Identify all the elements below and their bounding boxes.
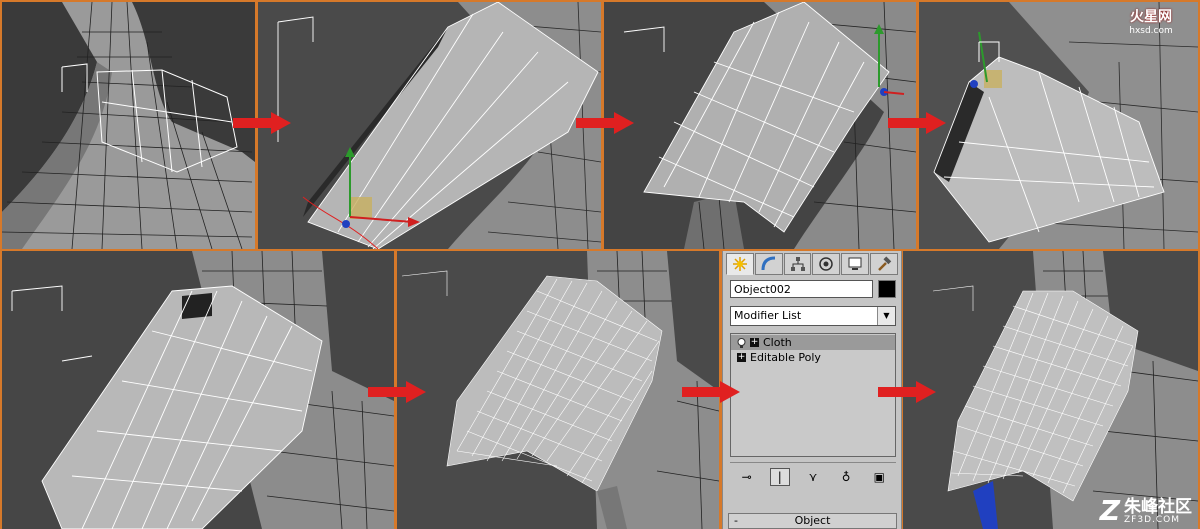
modifier-stack: + Cloth + Editable Poly [730, 333, 896, 457]
arrow-1-icon [233, 112, 291, 134]
watermark-bottom: Z 朱峰社区 ZF3D.COM [1100, 497, 1192, 525]
configure-icon: ▣ [873, 470, 886, 484]
watermark-top-title: 火星网 [1130, 9, 1172, 25]
arrow-6-icon [878, 381, 936, 403]
object-color-swatch[interactable] [878, 280, 896, 298]
end-result-icon: | [777, 470, 782, 484]
viewport-2 [258, 2, 601, 249]
object-rollout-header[interactable]: - Object [728, 513, 897, 529]
viewport-6 [397, 251, 719, 529]
watermark-top-url: hxsd.com [1129, 26, 1173, 36]
expand-icon[interactable]: + [737, 353, 746, 362]
create-icon [732, 257, 747, 271]
arrow-3-icon [888, 112, 946, 134]
make-unique-icon: ⋎ [808, 470, 818, 484]
make-unique-button[interactable]: ⋎ [803, 468, 823, 486]
motion-tab[interactable] [812, 253, 841, 275]
utilities-tab[interactable] [870, 253, 898, 275]
hierarchy-tab[interactable] [783, 253, 812, 275]
arrow-4-icon [368, 381, 426, 403]
expand-icon[interactable]: + [750, 338, 759, 347]
lightbulb-icon[interactable] [737, 337, 746, 348]
modifier-list-label: Modifier List [734, 309, 802, 322]
configure-modifier-sets-button[interactable]: ▣ [869, 468, 889, 486]
watermark-bottom-title: 朱峰社区 [1124, 496, 1192, 517]
viewport-1 [2, 2, 255, 249]
stack-buttons: ⊸ | ⋎ ♁ ▣ [730, 466, 896, 488]
divider [730, 462, 896, 463]
collapse-icon: - [734, 514, 738, 527]
pin-stack-button[interactable]: ⊸ [737, 468, 757, 486]
modify-icon [761, 256, 775, 271]
modifier-list-dropdown[interactable]: Modifier List ▼ [730, 306, 896, 326]
utilities-icon [878, 256, 892, 271]
create-tab[interactable] [726, 253, 754, 275]
trash-icon: ♁ [841, 470, 851, 484]
display-tab[interactable] [841, 253, 870, 275]
arrow-2-icon [576, 112, 634, 134]
viewport-3 [604, 2, 916, 249]
stack-item-label: Cloth [763, 336, 792, 349]
stack-item-label: Editable Poly [750, 351, 821, 364]
stack-item-cloth[interactable]: + Cloth [731, 335, 895, 350]
command-panel: Object002 Modifier List ▼ + Cloth + Edit… [722, 251, 902, 529]
modify-tab[interactable] [754, 253, 783, 275]
remove-modifier-button[interactable]: ♁ [836, 468, 856, 486]
motion-icon [819, 257, 834, 271]
hierarchy-icon [790, 257, 805, 271]
chevron-down-icon[interactable]: ▼ [877, 307, 895, 325]
rollout-label: Object [794, 514, 831, 527]
object-name-field[interactable]: Object002 [730, 280, 873, 298]
show-end-result-button[interactable]: | [769, 468, 790, 486]
stack-item-editable-poly[interactable]: + Editable Poly [731, 350, 895, 365]
display-icon [848, 257, 862, 270]
viewport-5 [2, 251, 394, 529]
watermark-top: 火星网 hxsd.com [1116, 8, 1186, 42]
command-panel-tabs [726, 253, 898, 277]
pin-icon: ⊸ [741, 470, 752, 484]
watermark-bottom-url: ZF3D.COM [1124, 514, 1180, 525]
zf3d-logo-icon: Z [1099, 494, 1120, 527]
arrow-5-icon [682, 381, 740, 403]
viewport-7 [903, 251, 1198, 529]
